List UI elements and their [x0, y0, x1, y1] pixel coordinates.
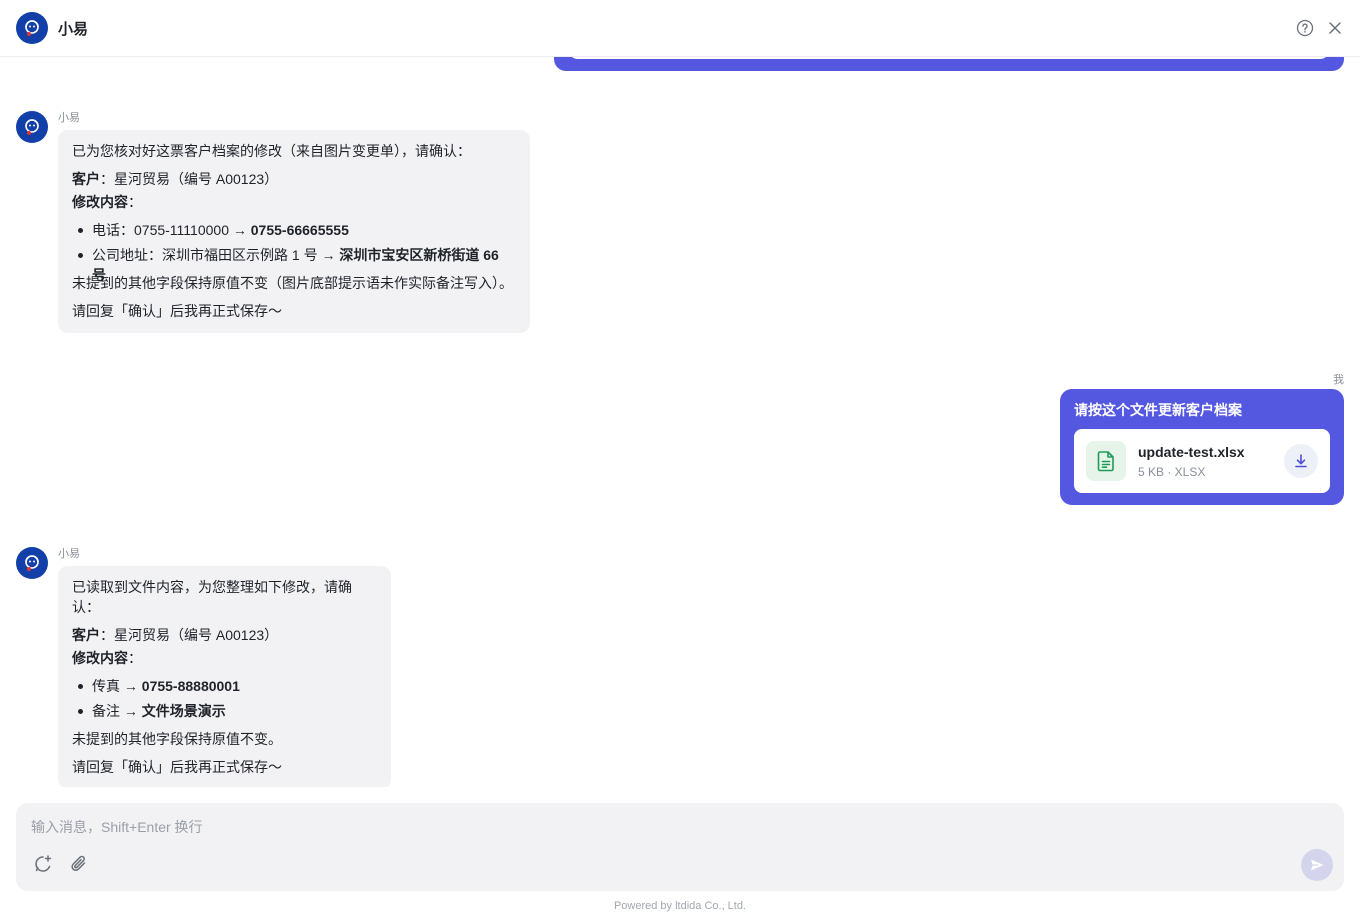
user-bubble: 请按这个文件更新客户档案 update-test.xlsx 5 KB · XLS… — [1060, 389, 1344, 505]
changes-label: 修改内容 — [72, 650, 128, 666]
list-item: 传真 → 0755-88880001 — [72, 676, 377, 701]
customer-label: 客户 — [72, 171, 100, 187]
message-note: 未提到的其他字段保持原值不变。 — [72, 731, 282, 747]
help-circle-icon[interactable] — [1296, 19, 1314, 37]
download-icon — [1295, 454, 1307, 468]
user-text: 请按这个文件更新客户档案 — [1074, 402, 1242, 418]
file-card[interactable]: update-test.xlsx 5 KB · XLSX — [1074, 429, 1330, 493]
message-intro: 已为您核对好这票客户档案的修改（来自图片变更单），请确认： — [72, 143, 471, 159]
file-meta: 5 KB · XLSX — [1138, 465, 1206, 479]
robot-icon — [25, 555, 39, 571]
file-name: update-test.xlsx — [1138, 444, 1245, 460]
change-label: 传真 → — [92, 678, 142, 694]
partial-user-bubble — [554, 57, 1344, 71]
change-value: 0755-88880001 — [141, 678, 240, 694]
change-value: 0755-66665555 — [250, 222, 349, 238]
change-value: 文件场景演示 — [141, 703, 226, 719]
message-note: 未提到的其他字段保持原值不变（图片底部提示语未作实际备注写入）。 — [72, 275, 513, 291]
customer-value: ：星河贸易（编号 A00123） — [100, 171, 279, 187]
list-item: 电话：0755-11110000 → 0755-66665555 — [72, 220, 516, 245]
paperclip-icon — [71, 855, 86, 871]
bot-message: 小易 已读取到文件内容，为您整理如下修改，请确认： 客户：星河贸易（编号 A00… — [16, 547, 391, 787]
message-confirm: 请回复「确认」后我再正式保存～ — [72, 759, 282, 775]
message-confirm: 请回复「确认」后我再正式保存～ — [72, 303, 282, 319]
robot-icon — [25, 119, 39, 135]
changes-heading: 修改内容： — [72, 648, 377, 668]
header-title: 小易 — [58, 20, 89, 38]
user-label: 我 — [1333, 374, 1344, 386]
changes-suffix: ： — [128, 194, 142, 210]
message-list[interactable]: 小易 已为您核对好这票客户档案的修改（来自图片变更单），请确认： 客户：星河贸易… — [0, 57, 1360, 787]
partial-file-card — [568, 57, 1330, 59]
bot-bubble: 已读取到文件内容，为您整理如下修改，请确认： 客户：星河贸易（编号 A00123… — [58, 566, 391, 787]
download-button[interactable] — [1284, 444, 1318, 478]
sender-name: 小易 — [58, 112, 80, 124]
list-item: 备注 → 文件场景演示 — [72, 701, 377, 726]
footer-credit: Powered by ltdida Co., Ltd. — [613, 900, 747, 912]
customer-value: ：星河贸易（编号 A00123） — [100, 627, 279, 643]
user-message: 我 请按这个文件更新客户档案 update-test.xlsx 5 KB · X… — [1060, 374, 1344, 505]
header-actions — [1296, 19, 1344, 37]
sender-name: 小易 — [58, 548, 80, 560]
header: 小易 — [0, 0, 1360, 57]
robot-icon — [25, 20, 39, 36]
new-chat-button[interactable] — [33, 854, 53, 874]
changes-list: 传真 → 0755-88880001 备注 → 文件场景演示 — [72, 676, 377, 726]
assistant-avatar — [16, 12, 48, 44]
bot-bubble: 已为您核对好这票客户档案的修改（来自图片变更单），请确认： 客户：星河贸易（编号… — [58, 130, 530, 333]
customer-line: 客户：星河贸易（编号 A00123） — [72, 625, 377, 645]
customer-label: 客户 — [72, 627, 100, 643]
customer-line: 客户：星河贸易（编号 A00123） — [72, 169, 516, 189]
attach-button[interactable] — [69, 854, 89, 874]
changes-suffix: ： — [128, 650, 142, 666]
message-input[interactable] — [31, 817, 1231, 837]
send-button[interactable] — [1301, 849, 1333, 881]
message-intro: 已读取到文件内容，为您整理如下修改，请确认： — [72, 579, 352, 615]
composer — [16, 803, 1344, 891]
file-info: update-test.xlsx 5 KB · XLSX — [1138, 443, 1284, 479]
chat-window: 小易 小易 已为您核对好这票客户档案的修改（来自图片变更单），请确认： 客户：星… — [0, 0, 1360, 920]
close-icon[interactable] — [1326, 19, 1344, 37]
send-icon — [1311, 859, 1324, 871]
assistant-avatar — [16, 111, 48, 143]
change-label: 公司地址：深圳市福田区示例路 1 号 → — [92, 247, 340, 263]
list-item: 公司地址：深圳市福田区示例路 1 号 → 深圳市宝安区新桥街道 66 号 — [72, 245, 516, 283]
changes-heading: 修改内容： — [72, 192, 516, 212]
change-label: 电话：0755-11110000 → — [92, 222, 251, 238]
spreadsheet-file-icon — [1086, 441, 1126, 481]
composer-tools — [33, 854, 89, 874]
change-label: 备注 → — [92, 703, 142, 719]
changes-label: 修改内容 — [72, 194, 128, 210]
assistant-avatar — [16, 547, 48, 579]
bot-message: 小易 已为您核对好这票客户档案的修改（来自图片变更单），请确认： 客户：星河贸易… — [16, 111, 530, 333]
changes-list: 电话：0755-11110000 → 0755-66665555 公司地址：深圳… — [72, 220, 516, 283]
new-chat-icon — [35, 855, 52, 872]
